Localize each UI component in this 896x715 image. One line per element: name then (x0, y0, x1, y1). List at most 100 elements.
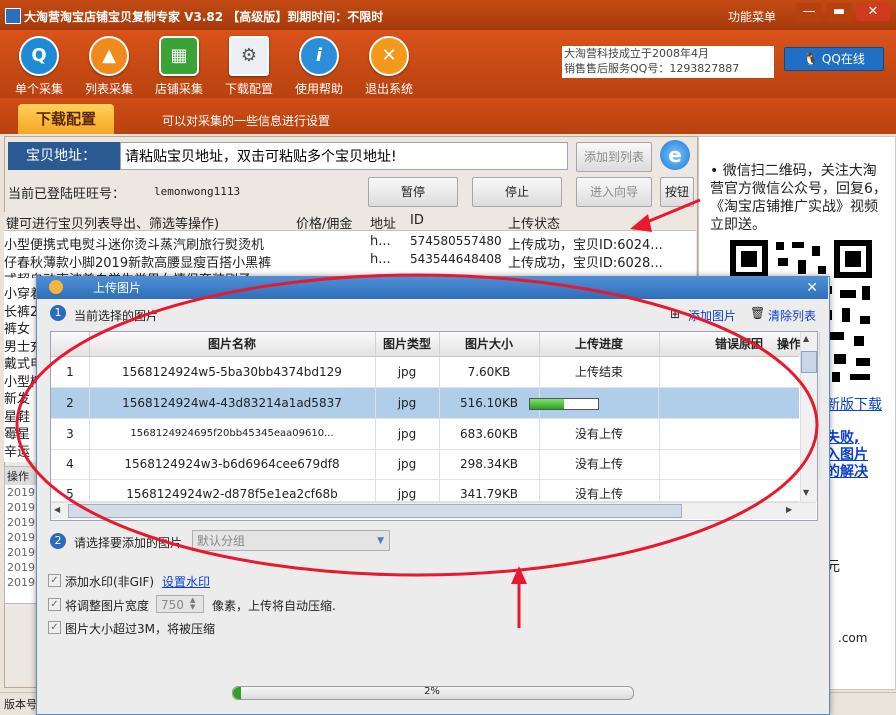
toolbar-label: 单个采集 (14, 82, 63, 96)
warn-line: 入图片 (826, 447, 868, 463)
toolbar-list-collect[interactable]: ▲ 列表采集 (76, 36, 142, 97)
scroll-right-icon[interactable]: ▶ (786, 505, 792, 514)
width-input[interactable]: 750 (156, 595, 204, 613)
overall-progress-text: 2% (424, 686, 440, 697)
image-size: 298.34KB (439, 449, 540, 479)
clear-list-button[interactable]: 清除列表 (768, 307, 816, 324)
log-line: 2019 (7, 486, 35, 499)
compress-checkbox[interactable]: ✓ (48, 621, 61, 634)
row-progress-bar (529, 398, 599, 410)
function-menu-button[interactable]: 功能菜单 (728, 8, 776, 25)
col-header: 图片名称 (89, 332, 376, 356)
wizard-button[interactable]: 进入向导 (576, 177, 652, 207)
fragment: 戴式电 (4, 357, 36, 372)
watermark-label: 添加水印(非GIF) (65, 575, 155, 589)
stepper-icon[interactable]: ▲ ▼ (190, 597, 195, 611)
col-header: 图片大小 (439, 332, 540, 356)
image-size: 7.60KB (439, 357, 540, 387)
browser-icon[interactable]: e (660, 140, 690, 170)
group-select[interactable]: 默认分组 ▼ (192, 530, 390, 551)
image-name: 1568124924695f20bb45345eaa09610... (89, 419, 376, 449)
scroll-up-icon[interactable]: ▲ (803, 334, 809, 343)
tab-download-config[interactable]: 下载配置 (18, 104, 114, 134)
toolbar-label: 店铺采集 (154, 82, 203, 96)
add-image-button[interactable]: 添加图片 (688, 307, 736, 324)
upload-progress: 没有上传 (539, 419, 660, 449)
toolbar-single-collect[interactable]: Q 单个采集 (6, 36, 72, 97)
log-line: 2019 (7, 516, 35, 529)
minimize2-button[interactable]: ▬ (826, 3, 852, 21)
vertical-scroll-thumb[interactable] (801, 351, 817, 373)
toolbar-shop-collect[interactable]: ▦ 店铺采集 (146, 36, 212, 97)
scroll-down-icon[interactable]: ▼ (803, 488, 809, 497)
image-type: jpg (375, 449, 440, 479)
table-row[interactable]: 仔春秋薄款小脚2019新款高腰显瘦百搭小黑裤 h... 543544648408… (4, 251, 684, 271)
close-window-button[interactable]: ✕ (856, 3, 890, 21)
upload-fail-link[interactable]: 失败, 入图片 的解决 (826, 430, 868, 481)
scroll-left-icon[interactable]: ◀ (54, 505, 60, 514)
image-name: 1568124924w3-b6d6964cee679df8 (89, 449, 376, 479)
error-reason (659, 449, 820, 479)
image-name: 1568124924w5-5ba30bb4374bd129 (89, 357, 376, 387)
image-type: jpg (375, 357, 440, 387)
table-row[interactable]: 5 1568124924w2-d878f5e1ea2cf68b jpg 341.… (51, 479, 799, 502)
col-header: 上传状态 (508, 217, 561, 232)
company-line: 大淘营科技成立于2008年4月 (564, 47, 709, 60)
table-row[interactable]: 4 1568124924w3-b6d6964cee679df8 jpg 298.… (51, 449, 820, 480)
fragment: 男士充 (4, 339, 36, 355)
set-watermark-link[interactable]: 设置水印 (162, 573, 210, 590)
qq-online-button[interactable]: 🐧 QQ在线 (784, 47, 884, 71)
extra-button[interactable]: 按钮 (660, 177, 694, 207)
promo-text: • 微信扫二维码，关注大淘营官方微信公众号，回复6，《淘宝店铺推广实战》视频立即… (710, 163, 887, 233)
col-header: ID (410, 213, 424, 228)
pause-button[interactable]: 暂停 (368, 177, 458, 207)
close-icon: ✕ (369, 36, 409, 76)
image-type: jpg (375, 479, 440, 501)
toolbar-label: 退出系统 (364, 82, 413, 96)
error-reason (659, 419, 820, 449)
table-row[interactable]: 小型便携式电熨斗迷你烫斗蒸汽刷旅行熨烫机 h... 574580557480 上… (4, 233, 684, 253)
image-size: 341.79KB (439, 479, 540, 501)
col-header: 图片类型 (375, 332, 440, 356)
fragment: 小穿着 (4, 287, 36, 302)
info-icon: i (299, 36, 339, 76)
log-line: 2019 (7, 561, 35, 574)
toolbar-download-config[interactable]: ⚙ 下载配置 (216, 36, 282, 97)
dialog-close-icon[interactable]: ✕ (806, 277, 818, 299)
address-input[interactable]: 请粘贴宝贝地址，双击可粘贴多个宝贝地址! (120, 142, 568, 170)
add-image-icon: ⊞ (670, 307, 681, 321)
table-row[interactable]: 1 1568124924w5-5ba30bb4374bd129 jpg 7.60… (51, 357, 820, 388)
step-badge: 2 (50, 533, 66, 549)
table-row[interactable]: 3 1568124924695f20bb45345eaa09610... jpg… (51, 419, 820, 450)
upload-icon (49, 280, 63, 294)
toolbar-exit[interactable]: ✕ 退出系统 (356, 36, 422, 97)
qq-icon: 🐧 (803, 52, 822, 66)
toolbar-help[interactable]: i 使用帮助 (286, 36, 352, 97)
row-no: 2 (51, 388, 90, 418)
stop-button[interactable]: 停止 (472, 177, 562, 207)
image-grid-header: 图片名称 图片类型 图片大小 上传进度 错误原因 操作 (51, 332, 820, 357)
minimize-button[interactable]: — (796, 3, 822, 21)
group-select-value: 默认分组 (197, 534, 246, 548)
step2-label: 请选择要添加的图片 (74, 536, 183, 550)
row-no: 5 (51, 479, 90, 501)
table-row-selected[interactable]: 2 1568124924w4-43d83214a1ad5837 jpg 516.… (51, 388, 820, 419)
log-line: 2019 (7, 531, 35, 544)
watermark-checkbox[interactable]: ✓ (48, 574, 61, 587)
resize-checkbox[interactable]: ✓ (48, 598, 61, 611)
add-to-list-button[interactable]: 添加到列表 (576, 142, 652, 172)
product-id: 574580557480 (410, 234, 502, 248)
qq-label: QQ在线 (821, 52, 865, 66)
version-label: 版本号 (4, 698, 37, 711)
error-reason (659, 388, 820, 418)
log-line: 2019 (7, 546, 35, 559)
error-reason (659, 479, 799, 501)
horizontal-scroll-thumb[interactable] (68, 504, 682, 518)
step1-label: 当前选择的图片 (74, 309, 159, 323)
new-version-link[interactable]: 新版下载 (826, 394, 882, 414)
list-icon: ▲ (89, 36, 129, 76)
row-no: 3 (51, 419, 90, 449)
log-header: 操作 (5, 467, 39, 485)
operation-log: 操作 2019 2019 2019 2019 2019 2019 2019 (4, 466, 40, 604)
company-line: 销售售后服务QQ号：1293827887 (564, 62, 740, 75)
